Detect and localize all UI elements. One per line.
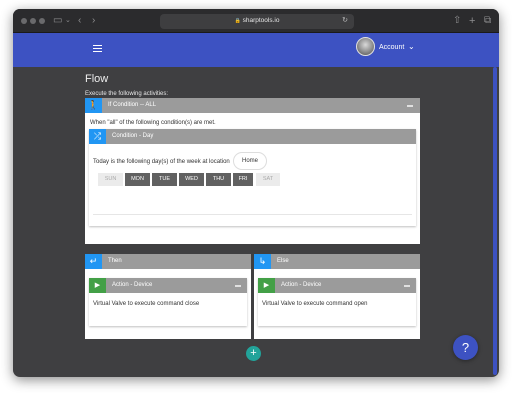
page-title: Flow [85,73,109,85]
location-select[interactable]: Home [233,152,267,170]
condition-day-text: Today is the following day(s) of the wee… [93,159,230,165]
if-condition-card: 🚶 If Condition -- ALL When "all" of the … [85,98,420,244]
else-header[interactable]: ↳ Else [254,254,420,269]
shuffle-icon: ⤮ [89,129,106,144]
else-action-title: Action - Device [281,282,322,288]
then-card: ↵ Then ▶ Action - Device Virtual Valve t… [85,254,251,339]
walking-person-icon: 🚶 [85,98,102,113]
back-icon[interactable]: ‹ [78,14,81,28]
collapse-icon[interactable] [407,105,413,107]
chevron-down-icon[interactable]: ⌄ [408,41,415,53]
else-action-card: ▶ Action - Device Virtual Valve to execu… [258,278,416,326]
condition-day-header[interactable]: ⤮ Condition - Day [89,129,416,144]
day-chip-fri[interactable]: FRI [233,173,253,186]
play-icon: ▶ [258,278,275,293]
hamburger-menu-icon[interactable] [93,45,102,52]
zoom-window-button[interactable] [39,18,45,24]
add-activity-button[interactable]: + [246,346,261,361]
lock-icon: 🔒 [234,18,241,24]
avatar[interactable] [356,37,375,56]
forward-icon[interactable]: › [92,14,95,28]
if-condition-header[interactable]: 🚶 If Condition -- ALL [85,98,420,113]
address-text: 🔒 sharptools.io [234,17,280,24]
scrollbar[interactable] [493,67,497,375]
account-button[interactable]: Account [379,43,404,53]
day-chip-sun[interactable]: SUN [98,173,123,186]
sidebar-dropdown-icon[interactable]: ⌄ [65,14,71,28]
app-bar: Account ⌄ [13,33,499,67]
else-action-text: Virtual Valve to execute command open [262,301,368,307]
else-card: ↳ Else ▶ Action - Device Virtual Valve t… [254,254,420,339]
browser-toolbar: ▭ ⌄ ‹ › 🔒 sharptools.io ↻ ⇧ + ⧉ [13,9,499,33]
then-action-card: ▶ Action - Device Virtual Valve to execu… [89,278,247,326]
day-chip-mon[interactable]: MON [125,173,150,186]
turn-right-arrow-icon: ↳ [254,254,271,269]
then-action-text: Virtual Valve to execute command close [93,301,200,307]
if-condition-title: If Condition -- ALL [108,102,157,108]
new-tab-icon[interactable]: + [469,14,475,28]
minimize-window-button[interactable] [30,18,36,24]
return-arrow-icon: ↵ [85,254,102,269]
then-title: Then [108,258,122,264]
then-header[interactable]: ↵ Then [85,254,251,269]
close-window-button[interactable] [21,18,27,24]
play-icon: ▶ [89,278,106,293]
then-action-header[interactable]: ▶ Action - Device [89,278,247,293]
else-action-header[interactable]: ▶ Action - Device [258,278,416,293]
browser-window: ▭ ⌄ ‹ › 🔒 sharptools.io ↻ ⇧ + ⧉ Account … [13,9,499,377]
divider [93,214,412,215]
day-chip-wed[interactable]: WED [179,173,204,186]
condition-day-title: Condition - Day [112,133,154,139]
address-bar[interactable]: 🔒 sharptools.io ↻ [160,14,354,29]
collapse-icon[interactable] [235,285,241,287]
day-chip-sat[interactable]: SAT [256,173,280,186]
sidebar-toggle-icon[interactable]: ▭ [53,14,62,28]
then-action-title: Action - Device [112,282,153,288]
collapse-icon[interactable] [404,285,410,287]
day-chip-tue[interactable]: TUE [152,173,177,186]
help-button[interactable]: ? [453,335,478,360]
page-subtitle: Execute the following activities: [85,91,169,97]
else-title: Else [277,258,289,264]
share-icon[interactable]: ⇧ [453,14,461,28]
day-chip-thu[interactable]: THU [206,173,231,186]
tab-overview-icon[interactable]: ⧉ [484,14,491,28]
reload-icon[interactable]: ↻ [342,16,348,26]
if-condition-description: When "all" of the following condition(s)… [90,120,216,126]
